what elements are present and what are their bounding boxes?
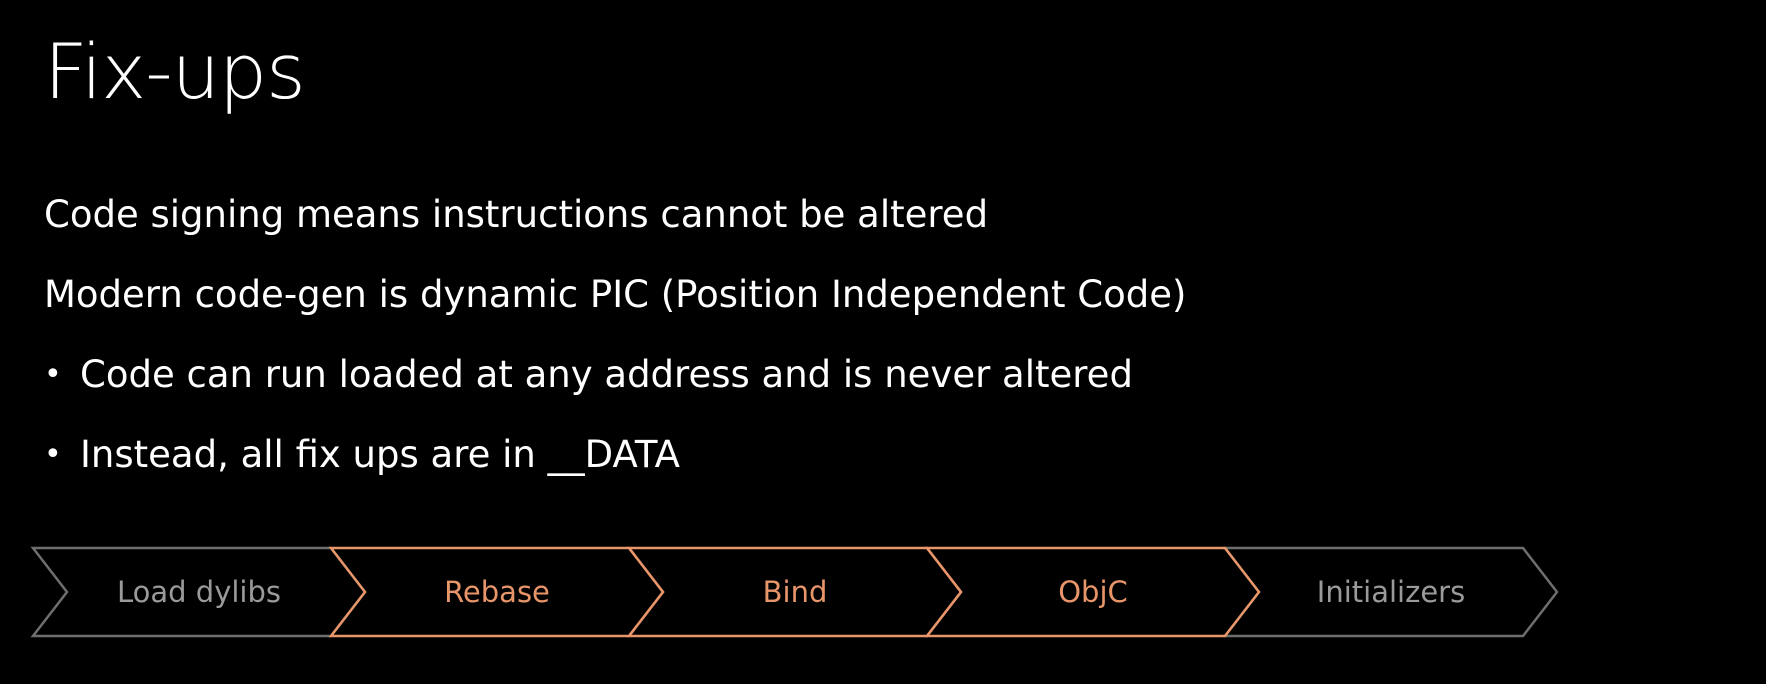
stage-label-initializers: Initializers <box>1316 575 1466 609</box>
body-line-modern-codegen: Modern code-gen is dynamic PIC (Position… <box>44 273 1187 316</box>
stage-label-objc: ObjC <box>1058 575 1128 609</box>
bullet-item-fixups-data: • Instead, all fix ups are in __DATA <box>44 433 680 477</box>
bullet-text: Code can run loaded at any address and i… <box>80 353 1133 396</box>
body-line-code-signing: Code signing means instructions cannot b… <box>44 193 989 236</box>
slide-title: Fix-ups <box>44 27 306 116</box>
bullet-dot-icon: • <box>44 437 62 472</box>
stage-label-bind: Bind <box>762 575 828 609</box>
bullet-item-run-anywhere: • Code can run loaded at any address and … <box>44 353 1133 397</box>
stage-label-load-dylibs: Load dylibs <box>117 575 281 609</box>
bullet-dot-icon: • <box>44 357 62 392</box>
slide: Fix-ups Code signing means instructions … <box>0 0 1766 684</box>
stage-label-rebase: Rebase <box>444 575 550 609</box>
bullet-text: Instead, all fix ups are in __DATA <box>80 433 680 476</box>
launch-pipeline: Load dylibs Rebase Bind ObjC Initializers <box>0 545 1766 640</box>
